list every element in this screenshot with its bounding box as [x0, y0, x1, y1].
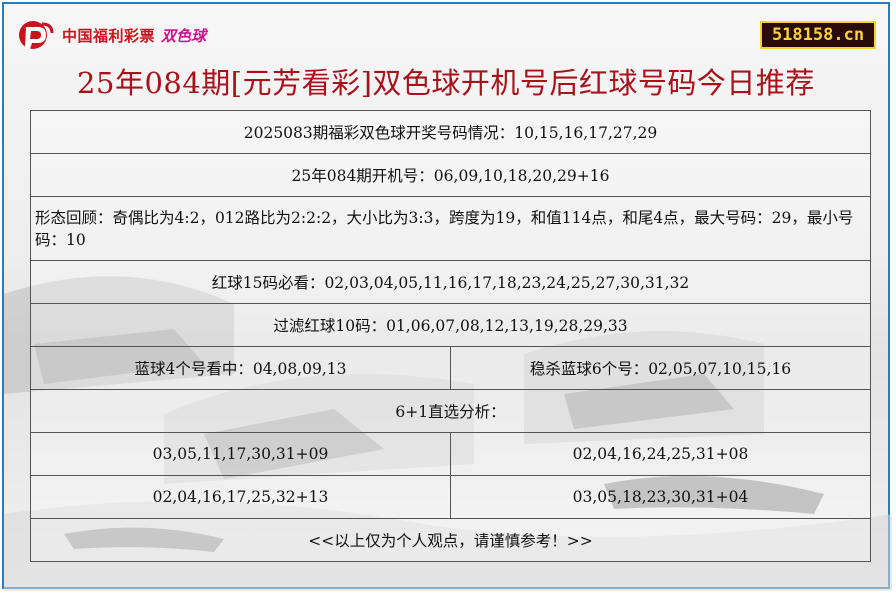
page-title: 25年084期[元芳看彩]双色球开机号后红球号码今日推荐: [77, 66, 815, 100]
lottery-logo: 中国福利彩票 双色球: [18, 18, 206, 52]
table-row: 蓝球4个号看中：04,08,09,13 稳杀蓝球6个号：02,05,07,10,…: [30, 346, 871, 390]
table-row: 红球15码必看：02,03,04,05,11,16,17,18,23,24,25…: [30, 260, 871, 304]
prediction-table: 2025083期福彩双色球开奖号码情况：10,15,16,17,27,29 25…: [30, 110, 871, 562]
filter-red-10-cell: 过滤红球10码：01,06,07,08,12,13,19,28,29,33: [30, 303, 871, 347]
pick-cell: 02,04,16,17,25,32+13: [30, 475, 451, 519]
lottery-logo-icon: [19, 21, 54, 49]
machine-numbers-cell: 25年084期开机号：06,09,10,18,20,29+16: [30, 153, 871, 197]
site-domain-badge[interactable]: 518158.cn: [760, 21, 876, 49]
blue-4-cell: 蓝球4个号看中：04,08,09,13: [30, 346, 451, 390]
table-row: <<以上仅为个人观点，请谨慎参考！>>: [30, 518, 871, 562]
table-row: 03,05,11,17,30,31+09 02,04,16,24,25,31+0…: [30, 432, 871, 476]
red-15-cell: 红球15码必看：02,03,04,05,11,16,17,18,23,24,25…: [30, 260, 871, 304]
analysis-header-cell: 6+1直选分析：: [30, 389, 871, 433]
table-row: 02,04,16,17,25,32+13 03,05,18,23,30,31+0…: [30, 475, 871, 519]
pick-cell: 03,05,18,23,30,31+04: [450, 475, 871, 519]
pattern-review-cell: 形态回顾：奇偶比为4:2，012路比为2:2:2，大小比为3:3，跨度为19，和…: [30, 196, 871, 261]
lottery-brand-text: 中国福利彩票: [62, 26, 156, 45]
lottery-game-text: 双色球: [161, 26, 207, 45]
table-row: 6+1直选分析：: [30, 389, 871, 433]
disclaimer-cell: <<以上仅为个人观点，请谨慎参考！>>: [30, 518, 871, 562]
table-row: 2025083期福彩双色球开奖号码情况：10,15,16,17,27,29: [30, 110, 871, 154]
table-row: 形态回顾：奇偶比为4:2，012路比为2:2:2，大小比为3:3，跨度为19，和…: [30, 196, 871, 261]
last-draw-cell: 2025083期福彩双色球开奖号码情况：10,15,16,17,27,29: [30, 110, 871, 154]
table-row: 25年084期开机号：06,09,10,18,20,29+16: [30, 153, 871, 197]
pick-cell: 03,05,11,17,30,31+09: [30, 432, 451, 476]
table-row: 过滤红球10码：01,06,07,08,12,13,19,28,29,33: [30, 303, 871, 347]
kill-blue-6-cell: 稳杀蓝球6个号：02,05,07,10,15,16: [450, 346, 871, 390]
pick-cell: 02,04,16,24,25,31+08: [450, 432, 871, 476]
